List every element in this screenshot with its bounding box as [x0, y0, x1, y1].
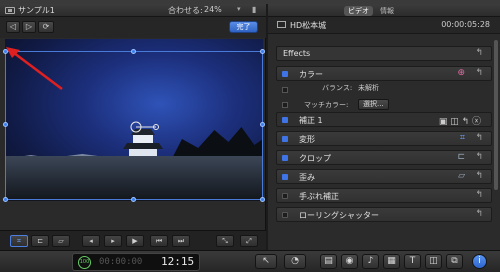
crop-icon[interactable]: ⊏ [31, 235, 49, 247]
anchor-point-icon[interactable] [128, 120, 162, 134]
row-color-label: カラー [299, 70, 323, 79]
transform-icon[interactable]: ⌗ [10, 235, 28, 247]
correction-checkbox[interactable] [282, 117, 288, 123]
row-stabilization[interactable]: 手ぶれ補正 ↰ [276, 188, 492, 203]
viewer-panel: サンプル1 合わせる: 24% ▾ ▮ ◁ ▷ ⟳ 完了 ⌗ ⊏ ▱ ◂ ▸ ▶… [0, 4, 266, 250]
row-distort-label: 歪み [299, 173, 315, 182]
tab-video[interactable]: ビデオ [344, 6, 373, 16]
transform-handle[interactable] [260, 49, 265, 54]
timecode-main-digits: 12:15 [161, 255, 195, 268]
rotate-icon[interactable]: ⟳ [38, 21, 54, 33]
zoom-dropdown[interactable]: 24% [204, 5, 222, 14]
transform-handle[interactable] [131, 197, 136, 202]
timecode-dim-digits: 00:00:00 [99, 257, 143, 267]
go-to-end-icon[interactable]: ⏭ [172, 235, 190, 247]
match-color-label: マッチカラー: [304, 101, 349, 109]
distort-icon[interactable]: ▱ [458, 171, 465, 181]
clip-title: HD松本城 [290, 21, 327, 30]
clip-header: HD松本城 00:00:05:28 [268, 17, 500, 34]
transform-icon[interactable]: ⌗ [460, 133, 465, 143]
go-to-start-icon[interactable]: ⏮ [150, 235, 168, 247]
transform-handle[interactable] [3, 122, 8, 127]
clip-icon [277, 21, 286, 28]
play-reverse-icon[interactable]: ▸ [104, 235, 122, 247]
distort-icon[interactable]: ▱ [52, 235, 70, 247]
color-wheel-icon[interactable]: ⊕ [457, 68, 465, 78]
themes-icon[interactable]: ◫ [425, 254, 442, 269]
reset-icon[interactable]: ↰ [475, 152, 483, 162]
transitions-icon[interactable]: ⧉ [446, 254, 463, 269]
transform-handle[interactable] [131, 49, 136, 54]
red-arrow-annotation [6, 47, 63, 90]
balance-value: 未解析 [358, 84, 379, 92]
stabilization-checkbox[interactable] [282, 193, 288, 199]
film-icon [5, 7, 15, 14]
viewer-bottom-bar: ⌗ ⊏ ▱ ◂ ▸ ▶ ⏮ ⏭ ⤡ ⤢ [0, 230, 266, 250]
timecode-display[interactable]: 100 00:00:00 12:15 [72, 253, 200, 271]
clip-duration: 00:00:05:28 [441, 20, 490, 29]
play-icon[interactable]: ▶ [126, 235, 144, 247]
tab-info[interactable]: 情報 [380, 6, 394, 16]
generators-icon[interactable]: ▦ [383, 254, 400, 269]
crop-checkbox[interactable] [282, 155, 288, 161]
moat-water [5, 156, 263, 201]
reset-icon[interactable]: ↰ [475, 48, 483, 58]
row-crop[interactable]: クロップ ⊏ ↰ [276, 150, 492, 165]
audio-meter-icon[interactable]: ▮ [252, 5, 256, 14]
reset-icon[interactable]: ↰ [475, 68, 483, 78]
select-button[interactable]: 選択... [358, 99, 389, 110]
row-stabilization-label: 手ぶれ補正 [299, 192, 339, 201]
reset-icon[interactable]: ↰ [475, 190, 483, 200]
inspector-scrollbar[interactable] [494, 40, 498, 190]
reset-icon[interactable]: ↰ [475, 171, 483, 181]
media-browser-icon[interactable]: ▤ [320, 254, 337, 269]
info-icon[interactable]: i [472, 254, 487, 269]
bottom-toolbar: 100 00:00:00 12:15 ↖ ◔ ▤ ◉ ♪ ▦ T ◫ ⧉ i [0, 250, 500, 272]
row-distort[interactable]: 歪み ▱ ↰ [276, 169, 492, 184]
music-icon[interactable]: ♪ [362, 254, 379, 269]
row-crop-label: クロップ [299, 154, 331, 163]
reset-icon[interactable]: ↰ [475, 209, 483, 219]
balance-checkbox[interactable] [282, 87, 288, 93]
camera-icon[interactable]: ◉ [341, 254, 358, 269]
effects-label: Effects [283, 49, 311, 58]
color-checkbox[interactable] [282, 71, 288, 77]
rolling-shutter-checkbox[interactable] [282, 212, 288, 218]
transform-handle[interactable] [260, 122, 265, 127]
done-button[interactable]: 完了 [229, 21, 258, 33]
row-color[interactable]: カラー ⊕ ↰ [276, 66, 492, 81]
zoom-label: 合わせる: [168, 6, 203, 15]
crop-icon[interactable]: ⊏ [457, 152, 465, 162]
distort-checkbox[interactable] [282, 174, 288, 180]
undo-icon[interactable]: ◁ [6, 21, 20, 33]
viewer-toolbar: ◁ ▷ ⟳ 完了 [0, 17, 266, 38]
redo-icon[interactable]: ▷ [22, 21, 36, 33]
timecode-counter: 100 [78, 256, 91, 269]
row-rolling-shutter-label: ローリングシャッター [299, 211, 379, 220]
row-transform[interactable]: 変形 ⌗ ↰ [276, 131, 492, 146]
expand-icon[interactable]: ⤢ [240, 235, 258, 247]
effects-section[interactable]: Effects ↰ [276, 46, 492, 61]
reset-icon[interactable]: ↰ [475, 133, 483, 143]
inspector-tabs: ビデオ 情報 [268, 4, 500, 17]
titles-icon[interactable]: T [404, 254, 421, 269]
chevron-down-icon[interactable]: ▾ [237, 5, 241, 13]
fullscreen-icon[interactable]: ⤡ [216, 235, 234, 247]
viewer-title: サンプル1 [18, 6, 55, 15]
row-correction[interactable]: 補正 1 ▣ ◫ ↰ ⓧ [276, 112, 492, 127]
inspector-panel: ビデオ 情報 HD松本城 00:00:05:28 Effects ↰ カラー ⊕… [268, 4, 500, 250]
transform-checkbox[interactable] [282, 136, 288, 142]
balance-label: バランス: [322, 84, 353, 92]
select-tool-icon[interactable]: ↖ [255, 254, 277, 269]
match-color-checkbox[interactable] [282, 102, 288, 108]
transform-handle[interactable] [3, 197, 8, 202]
row-rolling-shutter[interactable]: ローリングシャッター ↰ [276, 207, 492, 222]
transform-handle[interactable] [260, 197, 265, 202]
viewer-titlebar: サンプル1 合わせる: 24% ▾ ▮ [0, 4, 266, 17]
retime-icon[interactable]: ◔ [284, 254, 306, 269]
row-correction-label: 補正 1 [299, 116, 323, 125]
rewind-icon[interactable]: ◂ [82, 235, 100, 247]
correction-controls-icon[interactable]: ▣ ◫ ↰ ⓧ [439, 114, 481, 127]
row-transform-label: 変形 [299, 135, 315, 144]
